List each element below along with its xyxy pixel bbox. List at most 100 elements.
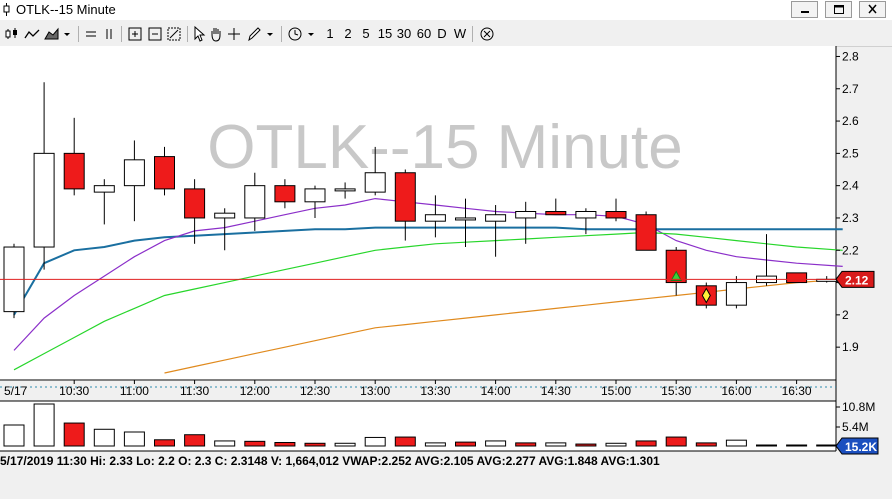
x-date-label: 5/17 bbox=[4, 384, 28, 398]
x-tick-label: 12:00 bbox=[240, 384, 270, 398]
interval-dropdown-icon[interactable] bbox=[306, 25, 316, 43]
close-button[interactable] bbox=[859, 1, 886, 18]
pointer-icon[interactable] bbox=[192, 25, 206, 43]
maximize-icon bbox=[834, 5, 844, 14]
maximize-button[interactable] bbox=[825, 1, 852, 18]
y-tick-label: 2.3 bbox=[842, 211, 859, 225]
x-tick-label: 13:00 bbox=[360, 384, 390, 398]
candle-body bbox=[515, 211, 537, 219]
x-tick-label: 15:00 bbox=[601, 384, 631, 398]
candle-body bbox=[244, 185, 266, 219]
close-icon bbox=[868, 4, 877, 14]
pencil-icon[interactable] bbox=[246, 25, 262, 43]
volume-bar bbox=[695, 442, 717, 447]
x-tick-label: 11:30 bbox=[180, 384, 209, 398]
candle-body bbox=[455, 217, 476, 221]
candle-body bbox=[274, 185, 296, 203]
mountain-chart-icon[interactable] bbox=[44, 25, 60, 43]
candle-body bbox=[635, 214, 657, 251]
crosshair-icon[interactable] bbox=[227, 25, 241, 43]
title-bar: OTLK--15 Minute bbox=[0, 0, 892, 20]
candle-body bbox=[214, 212, 236, 219]
horizontal-lines-icon[interactable] bbox=[84, 25, 98, 43]
last-price-label: 2.12 bbox=[845, 273, 869, 287]
volume-bar bbox=[33, 403, 55, 447]
period-2-button[interactable]: 2 bbox=[343, 25, 353, 43]
volume-bar bbox=[455, 441, 476, 447]
volume-bar bbox=[154, 439, 175, 447]
volume-bar bbox=[485, 440, 507, 447]
app-icon bbox=[3, 3, 10, 16]
clock-icon[interactable] bbox=[287, 25, 303, 43]
candle-body bbox=[545, 211, 567, 216]
volume-bar bbox=[665, 436, 687, 447]
minimize-button[interactable] bbox=[791, 1, 818, 18]
hand-pan-icon[interactable] bbox=[209, 25, 223, 43]
candle-body bbox=[154, 156, 175, 190]
volume-bar bbox=[214, 440, 236, 447]
minimize-icon bbox=[801, 11, 809, 13]
price-chart[interactable]: OTLK--15 Minute 2.8 2.7 2.6 2.5 2.4 2.3 2.2 2.1… bbox=[0, 46, 892, 494]
volume-bar bbox=[725, 439, 747, 447]
price-pane bbox=[0, 46, 836, 381]
y-tick-label: 2.8 bbox=[842, 49, 859, 63]
volume-bar bbox=[816, 444, 838, 447]
last-volume-label: 15.2K bbox=[845, 440, 877, 454]
volume-bar bbox=[304, 442, 326, 447]
x-tick-label: 16:30 bbox=[782, 384, 812, 398]
volume-bar bbox=[123, 431, 145, 447]
chart-toolbar: 1 2 5 15 30 60 D W bbox=[0, 22, 892, 47]
cancel-icon[interactable] bbox=[479, 25, 495, 43]
period-30-button[interactable]: 30 bbox=[396, 25, 412, 43]
volume-bar bbox=[184, 434, 206, 447]
y-tick-label: 2.2 bbox=[842, 243, 859, 257]
candle-body bbox=[334, 188, 356, 192]
candle-body bbox=[63, 152, 85, 190]
zoom-in-icon[interactable] bbox=[127, 25, 143, 43]
volume-bar bbox=[274, 442, 296, 447]
period-weekly-button[interactable]: W bbox=[453, 25, 467, 43]
period-15-button[interactable]: 15 bbox=[377, 25, 393, 43]
volume-bar bbox=[334, 442, 356, 447]
volume-bar bbox=[364, 436, 386, 447]
volume-bar bbox=[244, 440, 266, 447]
x-tick-label: 13:30 bbox=[420, 384, 450, 398]
candle-body bbox=[123, 159, 145, 187]
x-tick-label: 14:30 bbox=[541, 384, 571, 398]
chart-type-dropdown-icon[interactable] bbox=[62, 25, 72, 43]
period-5-button[interactable]: 5 bbox=[361, 25, 371, 43]
candle-body bbox=[786, 272, 808, 284]
candle-body bbox=[485, 214, 507, 222]
volume-bar bbox=[756, 444, 777, 447]
candle-body bbox=[394, 172, 416, 222]
status-line: 5/17/2019 11:30 Hi: 2.33 Lo: 2.2 O: 2.3 … bbox=[0, 454, 660, 468]
zoom-box-icon[interactable] bbox=[166, 25, 182, 43]
candle-body bbox=[33, 152, 55, 248]
x-tick-label: 16:00 bbox=[721, 384, 751, 398]
volume-bar bbox=[575, 443, 597, 447]
chart-area[interactable]: OTLK--15 Minute 2.8 2.7 2.6 2.5 2.4 2.3 2.2 2.1… bbox=[0, 46, 892, 494]
x-tick-label: 10:30 bbox=[59, 384, 89, 398]
period-60-button[interactable]: 60 bbox=[416, 25, 432, 43]
period-1-button[interactable]: 1 bbox=[325, 25, 335, 43]
window-title: OTLK--15 Minute bbox=[16, 2, 116, 17]
period-daily-button[interactable]: D bbox=[436, 25, 448, 43]
volume-tick-label: 10.8M bbox=[842, 400, 875, 414]
draw-tools-dropdown-icon[interactable] bbox=[265, 25, 275, 43]
candle-body bbox=[605, 211, 627, 219]
candle-body bbox=[725, 282, 747, 306]
volume-bar bbox=[394, 436, 416, 447]
vertical-lines-icon[interactable] bbox=[102, 25, 116, 43]
y-tick-label: 2.6 bbox=[842, 114, 859, 128]
candle-body bbox=[424, 214, 446, 222]
chart-watermark: OTLK--15 Minute bbox=[207, 113, 683, 182]
x-tick-label: 14:00 bbox=[481, 384, 511, 398]
zoom-out-icon[interactable] bbox=[147, 25, 163, 43]
line-chart-icon[interactable] bbox=[24, 25, 40, 43]
volume-bar bbox=[786, 444, 808, 447]
candle-body bbox=[304, 188, 326, 203]
volume-bar bbox=[93, 428, 115, 447]
x-tick-label: 15:30 bbox=[661, 384, 691, 398]
x-tick-label: 12:30 bbox=[300, 384, 330, 398]
candlestick-icon[interactable] bbox=[4, 25, 20, 43]
